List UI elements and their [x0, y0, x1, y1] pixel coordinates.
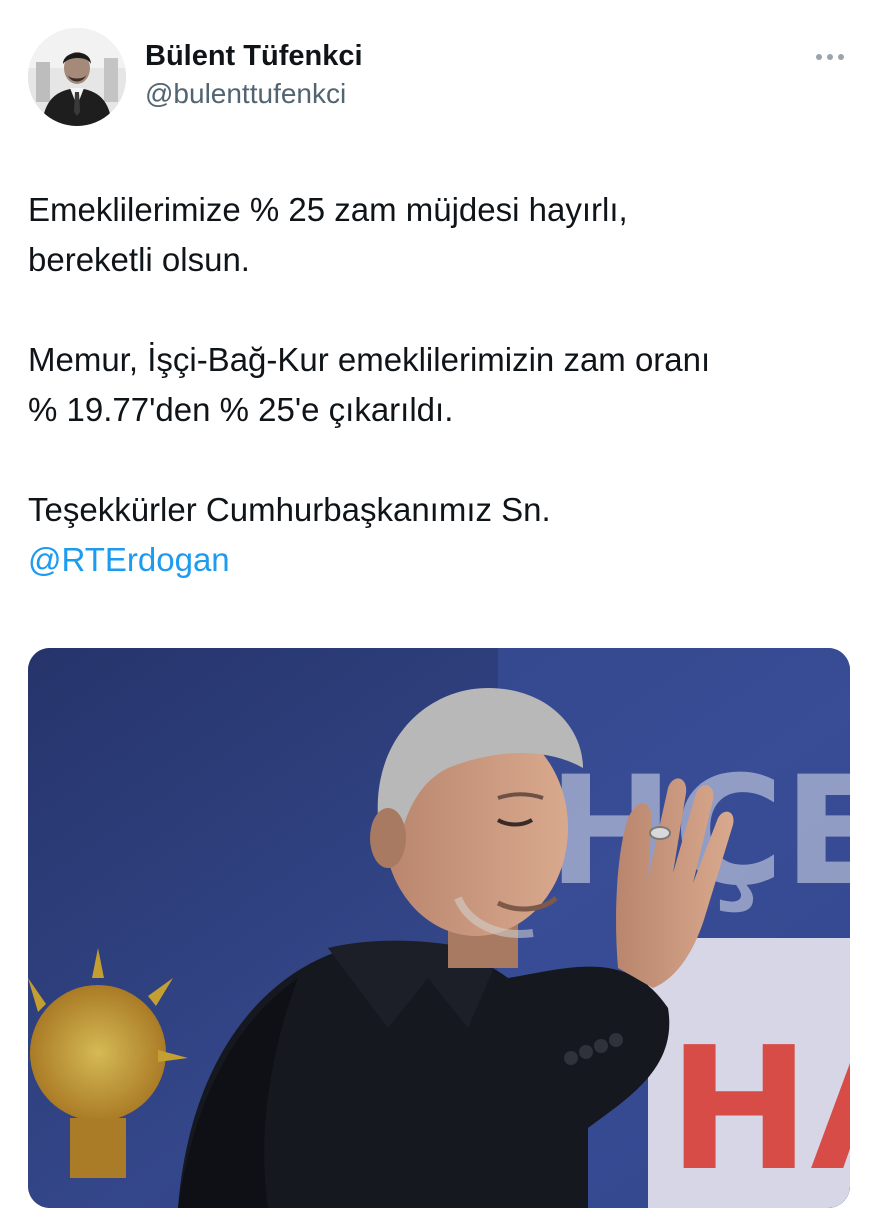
background-banner-text-bottom: HA [668, 1011, 850, 1208]
more-options-button[interactable] [810, 42, 850, 72]
tweet-text: Emeklilerimize % 25 zam müjdesi hayırlı,… [28, 185, 850, 635]
photo-image: HÇE HA [28, 648, 850, 1208]
tweet-media-photo[interactable]: HÇE HA [28, 648, 850, 1208]
tweet-paragraph: Emeklilerimize % 25 zam müjdesi hayırlı,… [28, 185, 850, 285]
author-handle[interactable]: @bulenttufenkci [145, 76, 363, 112]
more-horizontal-icon [814, 54, 847, 60]
avatar[interactable] [28, 28, 126, 126]
person-portrait-icon [28, 28, 126, 126]
tweet-line: bereketli olsun. [28, 241, 250, 278]
tweet-card: Bülent Tüfenkci @bulenttufenkci Emeklile… [0, 0, 878, 1208]
author-display-name[interactable]: Bülent Tüfenkci [145, 38, 363, 74]
tweet-line: Memur, İşçi-Bağ-Kur emeklilerimizin zam … [28, 341, 711, 378]
tweet-line: % 19.77'den % 25'e çıkarıldı. [28, 391, 454, 428]
tweet-paragraph: Teşekkürler Cumhurbaşkanımız Sn. @RTErdo… [28, 485, 850, 585]
tweet-paragraph: Memur, İşçi-Bağ-Kur emeklilerimizin zam … [28, 335, 850, 435]
author-info: Bülent Tüfenkci @bulenttufenkci [145, 38, 363, 112]
tweet-header: Bülent Tüfenkci @bulenttufenkci [28, 28, 850, 128]
tweet-line: Teşekkürler Cumhurbaşkanımız Sn. [28, 491, 551, 528]
tweet-line: Emeklilerimize % 25 zam müjdesi hayırlı, [28, 191, 628, 228]
mention-link[interactable]: @RTErdogan [28, 535, 850, 585]
